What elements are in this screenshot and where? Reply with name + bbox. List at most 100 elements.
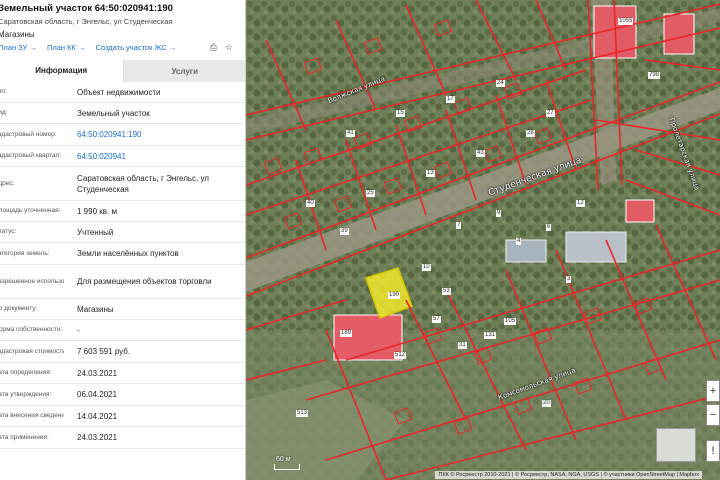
attribute-row: Вид: Земельный участок — [0, 103, 245, 124]
attribute-row: Адрес: Саратовская область, г Энгельс, ул… — [0, 167, 245, 201]
parcel-number-label[interactable]: 6 — [546, 224, 552, 231]
parcel-number-label[interactable]: 43 — [476, 150, 485, 157]
attribute-row: Площадь уточненная: 1 990 кв. м — [0, 201, 245, 222]
attribute-value: - — [77, 325, 80, 335]
attribute-row: Кадастровая стоимость: 7 603 591 руб. — [0, 341, 245, 363]
scale-label: 60 м — [276, 456, 291, 463]
parcel-number-label[interactable]: 13 — [426, 170, 435, 177]
plan-kk-link[interactable]: План КК → — [47, 43, 86, 52]
plan-zu-link[interactable]: План ЗУ → — [0, 43, 37, 52]
cadastral-map[interactable]: 1055 798 189 190 512 513 131 39 10 105 57 53 31 20 3 7 9… — [246, 0, 720, 480]
attribute-label: Статус: — [0, 228, 17, 235]
tab-services[interactable]: Услуги — [122, 60, 245, 82]
attribute-label: Форма собственности: — [0, 326, 63, 333]
attribute-value-link[interactable]: 64:50:020941:190 — [77, 129, 237, 140]
attribute-label: Вид: — [0, 109, 8, 116]
attribute-value: 7 603 591 руб. — [77, 347, 131, 356]
parcel-number-label[interactable]: 31 — [458, 342, 467, 349]
parcel-number-label[interactable]: 798 — [648, 72, 661, 79]
attribute-value: Объект недвижимости — [77, 87, 161, 97]
attribute-row: Дата применения: 24.03.2021 — [0, 427, 245, 449]
parcel-number-label[interactable]: 15 — [396, 110, 405, 117]
parcel-number-label[interactable]: 189 — [340, 330, 353, 337]
info-panel: Земельный участок 64:50:020941:190 Сарат… — [0, 0, 246, 480]
zoom-in-icon[interactable]: + — [706, 380, 720, 402]
attribute-value: Учтенный — [77, 227, 114, 237]
parcel-number-label[interactable]: 105 — [504, 318, 517, 325]
attribute-label: Адрес: — [0, 179, 15, 187]
parcel-number-label[interactable]: 40 — [306, 200, 315, 207]
attribute-row: Дата внесения сведений: 14.04.2021 — [0, 406, 245, 427]
panel-title: Земельный участок 64:50:020941:190 — [0, 3, 173, 14]
attribute-value: 14.04.2021 — [77, 411, 118, 421]
attribute-label: Кадастровая стоимость: — [0, 347, 64, 355]
parcel-number-label[interactable]: 20 — [542, 400, 551, 407]
attribute-value-link[interactable]: 64:50:020941 — [77, 151, 237, 162]
attribute-value: 24.03.2021 — [77, 433, 118, 442]
parcel-number-label[interactable]: 41 — [346, 130, 355, 137]
attribute-row: Дата утверждения: 06.04.2021 — [0, 384, 245, 406]
action-links: План ЗУ → План КК → Создать участок ЖС → — [0, 43, 176, 52]
attribute-label: Категория земель: — [0, 249, 50, 257]
attribute-label: Дата внесения сведений: — [0, 412, 64, 419]
parcel-number-label[interactable]: 12 — [576, 200, 585, 207]
attribute-label: Кадастровый квартал: — [0, 152, 62, 159]
parcel-number-label[interactable]: 27 — [546, 110, 555, 117]
scale-bar — [274, 464, 300, 470]
parcel-number-label[interactable]: 3 — [566, 276, 572, 283]
parcel-number-label[interactable]: 24 — [496, 80, 505, 87]
zoom-out-icon[interactable]: − — [706, 404, 720, 426]
attribute-label: Площадь уточненная: — [0, 207, 61, 214]
parcel-number-label[interactable]: 513 — [296, 410, 309, 417]
attribute-row: Статус: Учтенный — [0, 222, 245, 243]
parcel-number-label[interactable]: 25 — [366, 190, 375, 197]
attribute-row: Категория земель: Земли населённых пункто… — [0, 243, 245, 265]
attribute-label: Кадастровый номер: — [0, 130, 57, 138]
attribute-row: Форма собственности: - — [0, 320, 245, 341]
print-icon[interactable]: ⎙ — [210, 42, 217, 53]
parcel-number-label[interactable]: 17 — [446, 96, 455, 103]
attribute-label: Разрешенное использование: — [0, 277, 64, 285]
parcel-number-label[interactable]: 57 — [432, 316, 441, 323]
create-zhs-link[interactable]: Создать участок ЖС → — [95, 43, 176, 52]
parcel-number-label[interactable]: 512 — [394, 352, 407, 359]
minimap[interactable] — [656, 428, 696, 462]
attribute-value: 24.03.2021 — [77, 368, 118, 378]
attribute-row: Кадастровый номер: 64:50:020941:190 — [0, 124, 245, 146]
panel-tabs: Информация Услуги — [0, 60, 245, 82]
attribute-row: Разрешенное использование: Для размещения… — [0, 265, 245, 299]
attribute-value: Магазины — [77, 304, 114, 314]
attribute-label: Дата определения: — [0, 369, 52, 376]
address-subtitle: Саратовская область, г Энгельс, ул Студе… — [0, 17, 173, 26]
tab-information[interactable]: Информация — [0, 60, 123, 82]
attribute-row: Тип: Объект недвижимости — [0, 82, 245, 103]
parcel-number-label[interactable]: 28 — [526, 130, 535, 137]
attribute-row: По документу: Магазины — [0, 299, 245, 320]
parcel-number-label[interactable]: 10 — [422, 264, 431, 271]
attribute-list: Тип: Объект недвижимости Вид: Земельный уча… — [0, 82, 245, 449]
attribute-value: Земельный участок — [77, 108, 150, 118]
parcel-number-label[interactable]: 4 — [516, 238, 522, 245]
attribute-label: По документу: — [0, 305, 38, 312]
panel-tools: ⎙ ☆ — [210, 42, 233, 53]
attribute-label: Тип: — [0, 88, 7, 95]
attribute-value: Саратовская область, г Энгельс, ул Студе… — [77, 173, 209, 194]
attribute-value: Для размещения объектов торговли — [77, 277, 212, 286]
attribute-row: Дата определения: 24.03.2021 — [0, 363, 245, 384]
attribute-row: Кадастровый квартал: 64:50:020941 — [0, 146, 245, 167]
parcel-number-label[interactable]: 190 — [388, 292, 401, 299]
attribute-label: Дата утверждения: — [0, 390, 52, 398]
parcel-number-label[interactable]: 39 — [340, 228, 349, 235]
attribute-value: 06.04.2021 — [77, 390, 118, 399]
parcel-number-label[interactable]: 7 — [456, 222, 462, 229]
parcel-number-label[interactable]: 1055 — [618, 18, 634, 25]
attribute-value: Земли населённых пунктов — [77, 249, 179, 258]
parcel-number-label[interactable]: 53 — [442, 288, 451, 295]
attribute-label: Дата применения: — [0, 433, 49, 441]
attribute-value: 1 990 кв. м — [77, 206, 117, 216]
map-attribution: ПКК © Росреестр 2010-2021 | © Росреестр,… — [435, 471, 702, 479]
more-icon[interactable]: ! — [706, 440, 720, 462]
parcel-number-label[interactable]: 9 — [496, 210, 502, 217]
star-icon[interactable]: ☆ — [225, 42, 233, 53]
parcel-number-label[interactable]: 131 — [484, 332, 497, 339]
